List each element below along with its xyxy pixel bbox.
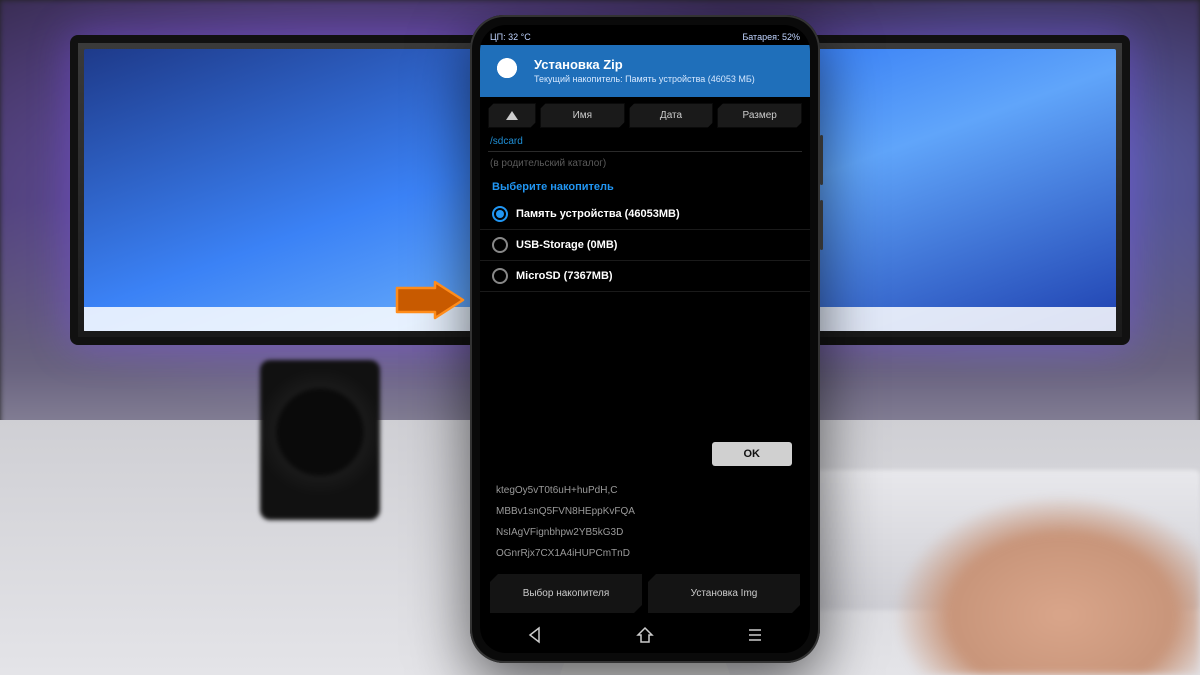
list-item[interactable]: OGnrRjx7CX1A4iHUPCmTnD (492, 543, 798, 564)
storage-option-label: Память устройства (46053MB) (516, 208, 680, 220)
current-path: /sdcard (480, 132, 810, 149)
sort-by-name-button[interactable]: Имя (540, 103, 625, 128)
install-img-button[interactable]: Установка Img (648, 574, 800, 613)
display-notch (600, 25, 690, 41)
keyboard (780, 470, 1200, 610)
storage-option-label: MicroSD (7367MB) (516, 270, 613, 282)
status-battery: Батарея: 52% (742, 32, 800, 42)
status-cpu: ЦП: 32 °C (490, 32, 531, 42)
radio-unselected-icon (492, 268, 508, 284)
list-item[interactable]: MBBv1snQ5FVN8HEppKvFQA (492, 501, 798, 522)
twrp-header: Установка Zip Текущий накопитель: Память… (480, 45, 810, 97)
storage-dialog-title: Выберите накопитель (480, 173, 810, 199)
sort-ascending-icon (506, 111, 518, 120)
storage-option-microsd[interactable]: MicroSD (7367MB) (480, 261, 810, 292)
ok-button[interactable]: OK (712, 442, 793, 466)
speaker (260, 360, 380, 520)
nav-back-icon[interactable] (526, 626, 544, 644)
sort-by-size-button[interactable]: Размер (717, 103, 802, 128)
android-nav-bar (480, 621, 810, 653)
file-list: ktegOy5vT0t6uH+huPdH,C MBBv1snQ5FVN8HEpp… (480, 480, 810, 564)
nav-home-icon[interactable] (636, 626, 654, 644)
list-item[interactable]: ktegOy5vT0t6uH+huPdH,C (492, 480, 798, 501)
storage-option-label: USB-Storage (0MB) (516, 239, 617, 251)
nav-recents-icon[interactable] (746, 626, 764, 644)
header-title: Установка Zip (534, 57, 755, 72)
annotation-arrow-icon (395, 280, 465, 320)
header-subtitle: Текущий накопитель: Память устройства (4… (534, 74, 755, 84)
select-storage-button[interactable]: Выбор накопителя (490, 574, 642, 613)
sort-direction-button[interactable] (488, 103, 536, 128)
phone-screen: ЦП: 32 °C 15:48 Батарея: 52% Установка Z… (480, 25, 810, 653)
list-item[interactable]: NsIAgVFignbhpw2YB5kG3D (492, 522, 798, 543)
radio-selected-icon (492, 206, 508, 222)
sort-row: Имя Дата Размер (480, 97, 810, 132)
twrp-logo-icon (488, 51, 526, 89)
parent-directory-link[interactable]: (в родительский каталог) (480, 154, 810, 173)
storage-option-internal[interactable]: Память устройства (46053MB) (480, 199, 810, 230)
radio-unselected-icon (492, 237, 508, 253)
phone-frame: ЦП: 32 °C 15:48 Батарея: 52% Установка Z… (470, 15, 820, 663)
storage-option-usb[interactable]: USB-Storage (0MB) (480, 230, 810, 261)
sort-by-date-button[interactable]: Дата (629, 103, 714, 128)
